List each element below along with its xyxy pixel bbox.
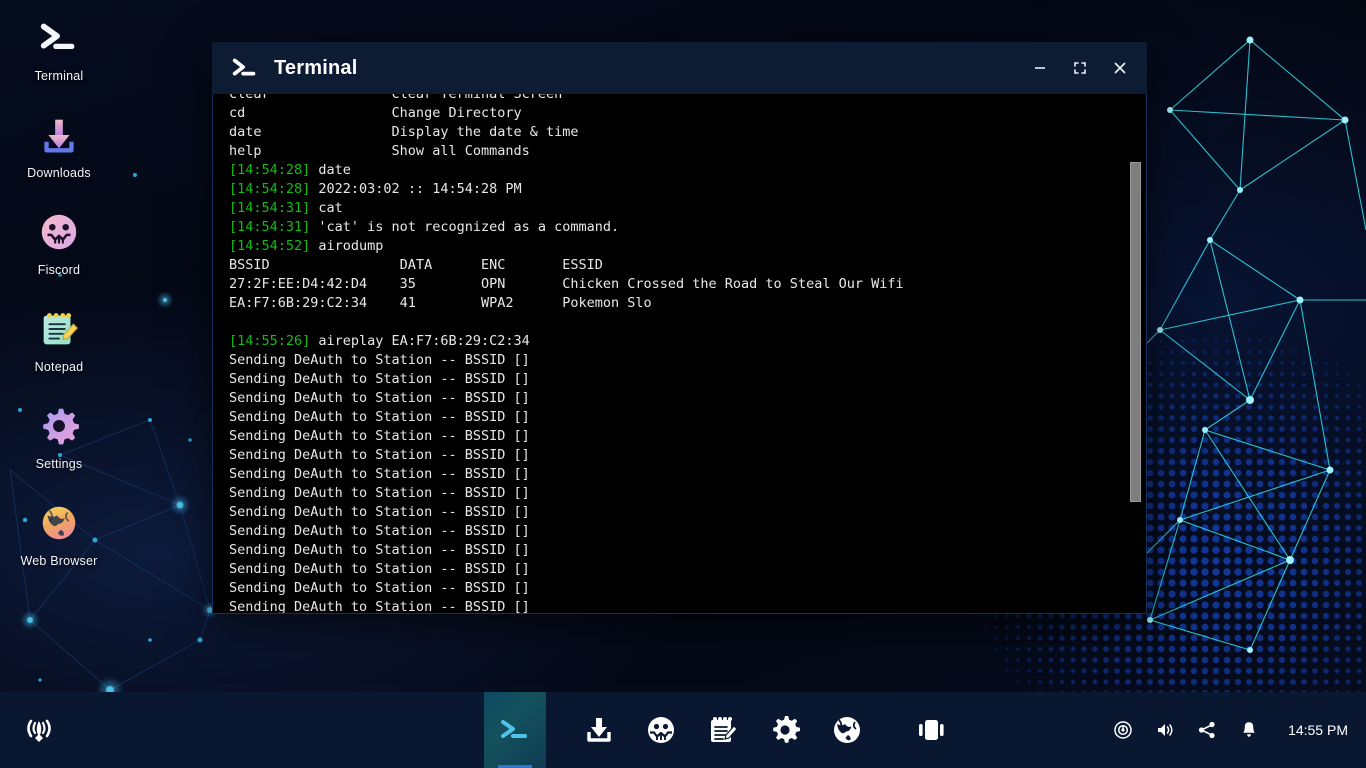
deauth-row: Sending DeAuth to Station -- BSSID [] [229, 409, 530, 425]
taskbar-item-web-browser[interactable] [816, 692, 878, 768]
blank-row [229, 313, 1120, 332]
log-timestamp: [14:54:28] [229, 162, 311, 178]
log-timestamp: [14:54:31] [229, 219, 311, 235]
deauth-row: Sending DeAuth to Station -- BSSID [] [229, 542, 530, 558]
taskbar-item-downloads[interactable] [568, 692, 630, 768]
help-row: date Display the date & time [229, 124, 579, 140]
taskbar: 14:55 PM [0, 692, 1366, 768]
start-button[interactable] [0, 692, 78, 768]
log-timestamp: [14:54:31] [229, 200, 311, 216]
radar-icon[interactable] [1112, 719, 1134, 741]
deauth-row: Sending DeAuth to Station -- BSSID [] [229, 390, 530, 406]
maximize-icon[interactable] [1063, 51, 1097, 85]
log-row: [14:54:52] airodump [229, 238, 384, 254]
log-timestamp: [14:54:52] [229, 238, 311, 254]
terminal-icon [35, 14, 83, 62]
clock: 14:55 PM [1288, 722, 1348, 738]
terminal-scrollbar-track[interactable] [1130, 94, 1144, 613]
log-row: [14:54:28] 2022:03:02 :: 14:54:28 PM [229, 181, 522, 197]
terminal-output: clear Clear Terminal Screen cd Change Dir… [229, 94, 1120, 614]
log-row: [14:54:31] 'cat' is not recognized as a … [229, 219, 620, 235]
deauth-row: Sending DeAuth to Station -- BSSID [] [229, 485, 530, 501]
terminal-window[interactable]: Terminal clear Clear Terminal Screencd [212, 42, 1147, 614]
minimize-icon[interactable] [1023, 51, 1057, 85]
gear-icon [35, 402, 83, 450]
desktop-icon-label: Settings [35, 457, 83, 471]
desktop-icon-label: Terminal [34, 69, 84, 83]
desktop-icon-terminal[interactable]: Terminal [9, 14, 109, 83]
desktop-icon-fiscord[interactable]: Fiscord [9, 208, 109, 277]
deauth-row: Sending DeAuth to Station -- BSSID [] [229, 352, 530, 368]
log-row: [14:55:26] aireplay EA:F7:6B:29:C2:34 [229, 333, 530, 349]
terminal-prompt-icon [230, 53, 260, 83]
desktop-icon-label: Fiscord [37, 263, 81, 277]
taskbar-item-settings[interactable] [754, 692, 816, 768]
taskbar-item-terminal[interactable] [484, 692, 546, 768]
help-row: help Show all Commands [229, 143, 530, 159]
globe-icon [35, 499, 83, 547]
system-tray: 14:55 PM [1112, 692, 1348, 768]
fiscord-face-icon [35, 208, 83, 256]
deauth-row: Sending DeAuth to Station -- BSSID [] [229, 447, 530, 463]
deauth-row: Sending DeAuth to Station -- BSSID [] [229, 523, 530, 539]
terminal-scrollbar-thumb[interactable] [1130, 162, 1141, 502]
desktop-icon-downloads[interactable]: Downloads [9, 111, 109, 180]
desktop-icon-settings[interactable]: Settings [9, 402, 109, 471]
deauth-row: Sending DeAuth to Station -- BSSID [] [229, 466, 530, 482]
taskbar-item-task-view[interactable] [900, 692, 962, 768]
window-controls [1023, 42, 1137, 94]
airodump-row: 27:2F:EE:D4:42:D4 35 OPN Chicken Crossed… [229, 276, 904, 292]
taskbar-item-fiscord[interactable] [630, 692, 692, 768]
airodump-header: BSSID DATA ENC ESSID [229, 257, 603, 273]
taskbar-app-list [484, 692, 962, 768]
desktop-icon-label: Downloads [27, 166, 91, 180]
deauth-row: Sending DeAuth to Station -- BSSID [] [229, 580, 530, 596]
help-row: clear Clear Terminal Screen [229, 94, 563, 102]
close-icon[interactable] [1103, 51, 1137, 85]
window-titlebar[interactable]: Terminal [212, 42, 1147, 94]
volume-icon[interactable] [1154, 719, 1176, 741]
log-row: [14:54:31] cat [229, 200, 343, 216]
share-icon[interactable] [1196, 719, 1218, 741]
deauth-row: Sending DeAuth to Station -- BSSID [] [229, 371, 530, 387]
notepad-pencil-icon [35, 305, 83, 353]
download-icon [35, 111, 83, 159]
terminal-body[interactable]: clear Clear Terminal Screen cd Change Dir… [212, 94, 1147, 614]
window-title: Terminal [274, 56, 358, 79]
desktop-icon-label: Notepad [34, 360, 84, 374]
deauth-row: Sending DeAuth to Station -- BSSID [] [229, 561, 530, 577]
bell-icon[interactable] [1238, 719, 1260, 741]
airodump-row: EA:F7:6B:29:C2:34 41 WPA2 Pokemon Slo [229, 295, 652, 311]
deauth-row: Sending DeAuth to Station -- BSSID [] [229, 599, 530, 614]
deauth-row: Sending DeAuth to Station -- BSSID [] [229, 428, 530, 444]
help-row: cd Change Directory [229, 105, 522, 121]
desktop-icon-list: Terminal Downloads Fiscord Notepad Setti… [0, 14, 118, 568]
deauth-row: Sending DeAuth to Station -- BSSID [] [229, 504, 530, 520]
log-timestamp: [14:54:28] [229, 181, 311, 197]
log-row: [14:54:28] date [229, 162, 351, 178]
desktop-icon-web-browser[interactable]: Web Browser [9, 499, 109, 568]
desktop-icon-label: Web Browser [20, 554, 98, 568]
log-timestamp: [14:55:26] [229, 333, 311, 349]
taskbar-item-notepad[interactable] [692, 692, 754, 768]
desktop-icon-notepad[interactable]: Notepad [9, 305, 109, 374]
